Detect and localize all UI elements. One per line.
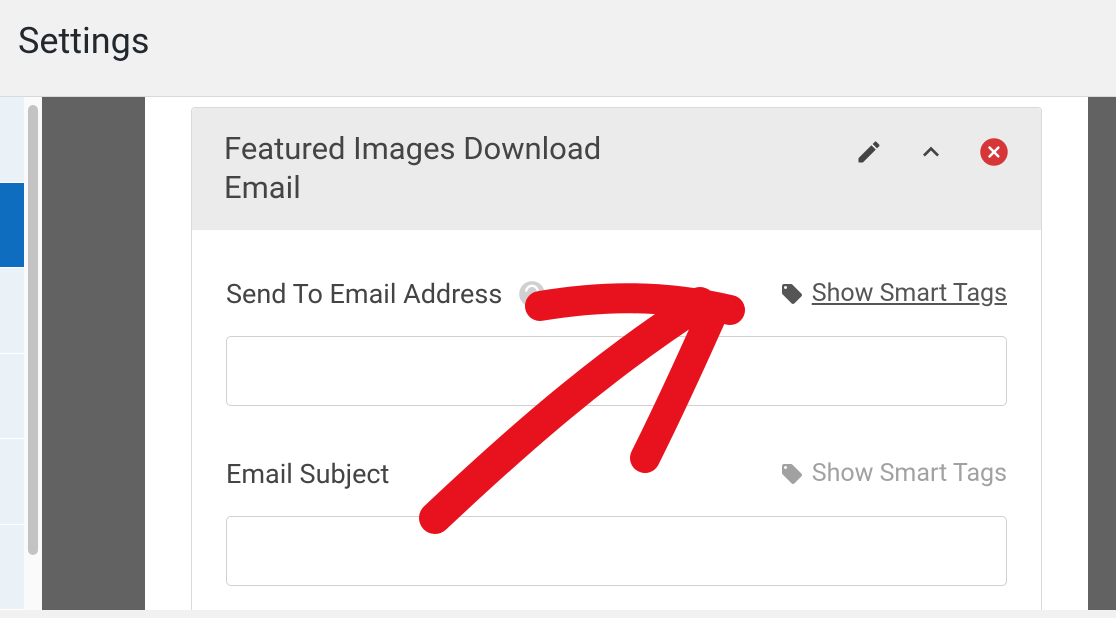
- dark-gutter-left: [42, 97, 145, 610]
- close-circle-icon[interactable]: [979, 137, 1009, 167]
- page-title: Settings: [18, 20, 1098, 62]
- sidebar: [0, 97, 24, 610]
- notification-panel: Featured Images Download Email: [191, 107, 1042, 610]
- sidebar-item[interactable]: [0, 525, 24, 611]
- panel-actions: [855, 130, 1009, 168]
- field-row: Send To Email Address: [226, 278, 1007, 310]
- smart-tags-label: Show Smart Tags: [812, 279, 1007, 308]
- panel-header: Featured Images Download Email: [192, 108, 1041, 230]
- panel-body: Send To Email Address: [192, 230, 1041, 586]
- sidebar-item[interactable]: [0, 97, 24, 183]
- sidebar-item[interactable]: [0, 354, 24, 440]
- subject-label: Email Subject: [226, 458, 389, 490]
- send-to-label: Send To Email Address: [226, 278, 502, 310]
- sidebar-item[interactable]: [0, 439, 24, 525]
- help-circle-icon[interactable]: [518, 280, 546, 308]
- field-row: Email Subject Show Smart Tags: [226, 458, 1007, 490]
- panel-title: Featured Images Download Email: [224, 130, 644, 208]
- field-group-send-to: Send To Email Address: [226, 278, 1007, 406]
- layout: Featured Images Download Email: [0, 97, 1116, 610]
- page-header: Settings: [0, 0, 1116, 97]
- send-to-input[interactable]: [226, 336, 1007, 406]
- field-label-wrap: Email Subject: [226, 458, 389, 490]
- subject-input[interactable]: [226, 516, 1007, 586]
- field-label-wrap: Send To Email Address: [226, 278, 546, 310]
- scrollbar-thumb[interactable]: [28, 105, 38, 555]
- chevron-up-icon[interactable]: [915, 136, 947, 168]
- scrollbar-track[interactable]: [24, 97, 42, 610]
- field-group-subject: Email Subject Show Smart Tags: [226, 458, 1007, 586]
- dark-gutter-right: [1088, 97, 1116, 610]
- main-content: Featured Images Download Email: [145, 97, 1088, 610]
- show-smart-tags-link-inactive[interactable]: Show Smart Tags: [780, 459, 1007, 488]
- show-smart-tags-link[interactable]: Show Smart Tags: [780, 279, 1007, 308]
- sidebar-item-active[interactable]: [0, 183, 24, 269]
- smart-tags-label: Show Smart Tags: [812, 459, 1007, 488]
- sidebar-item[interactable]: [0, 268, 24, 354]
- edit-icon[interactable]: [855, 138, 883, 166]
